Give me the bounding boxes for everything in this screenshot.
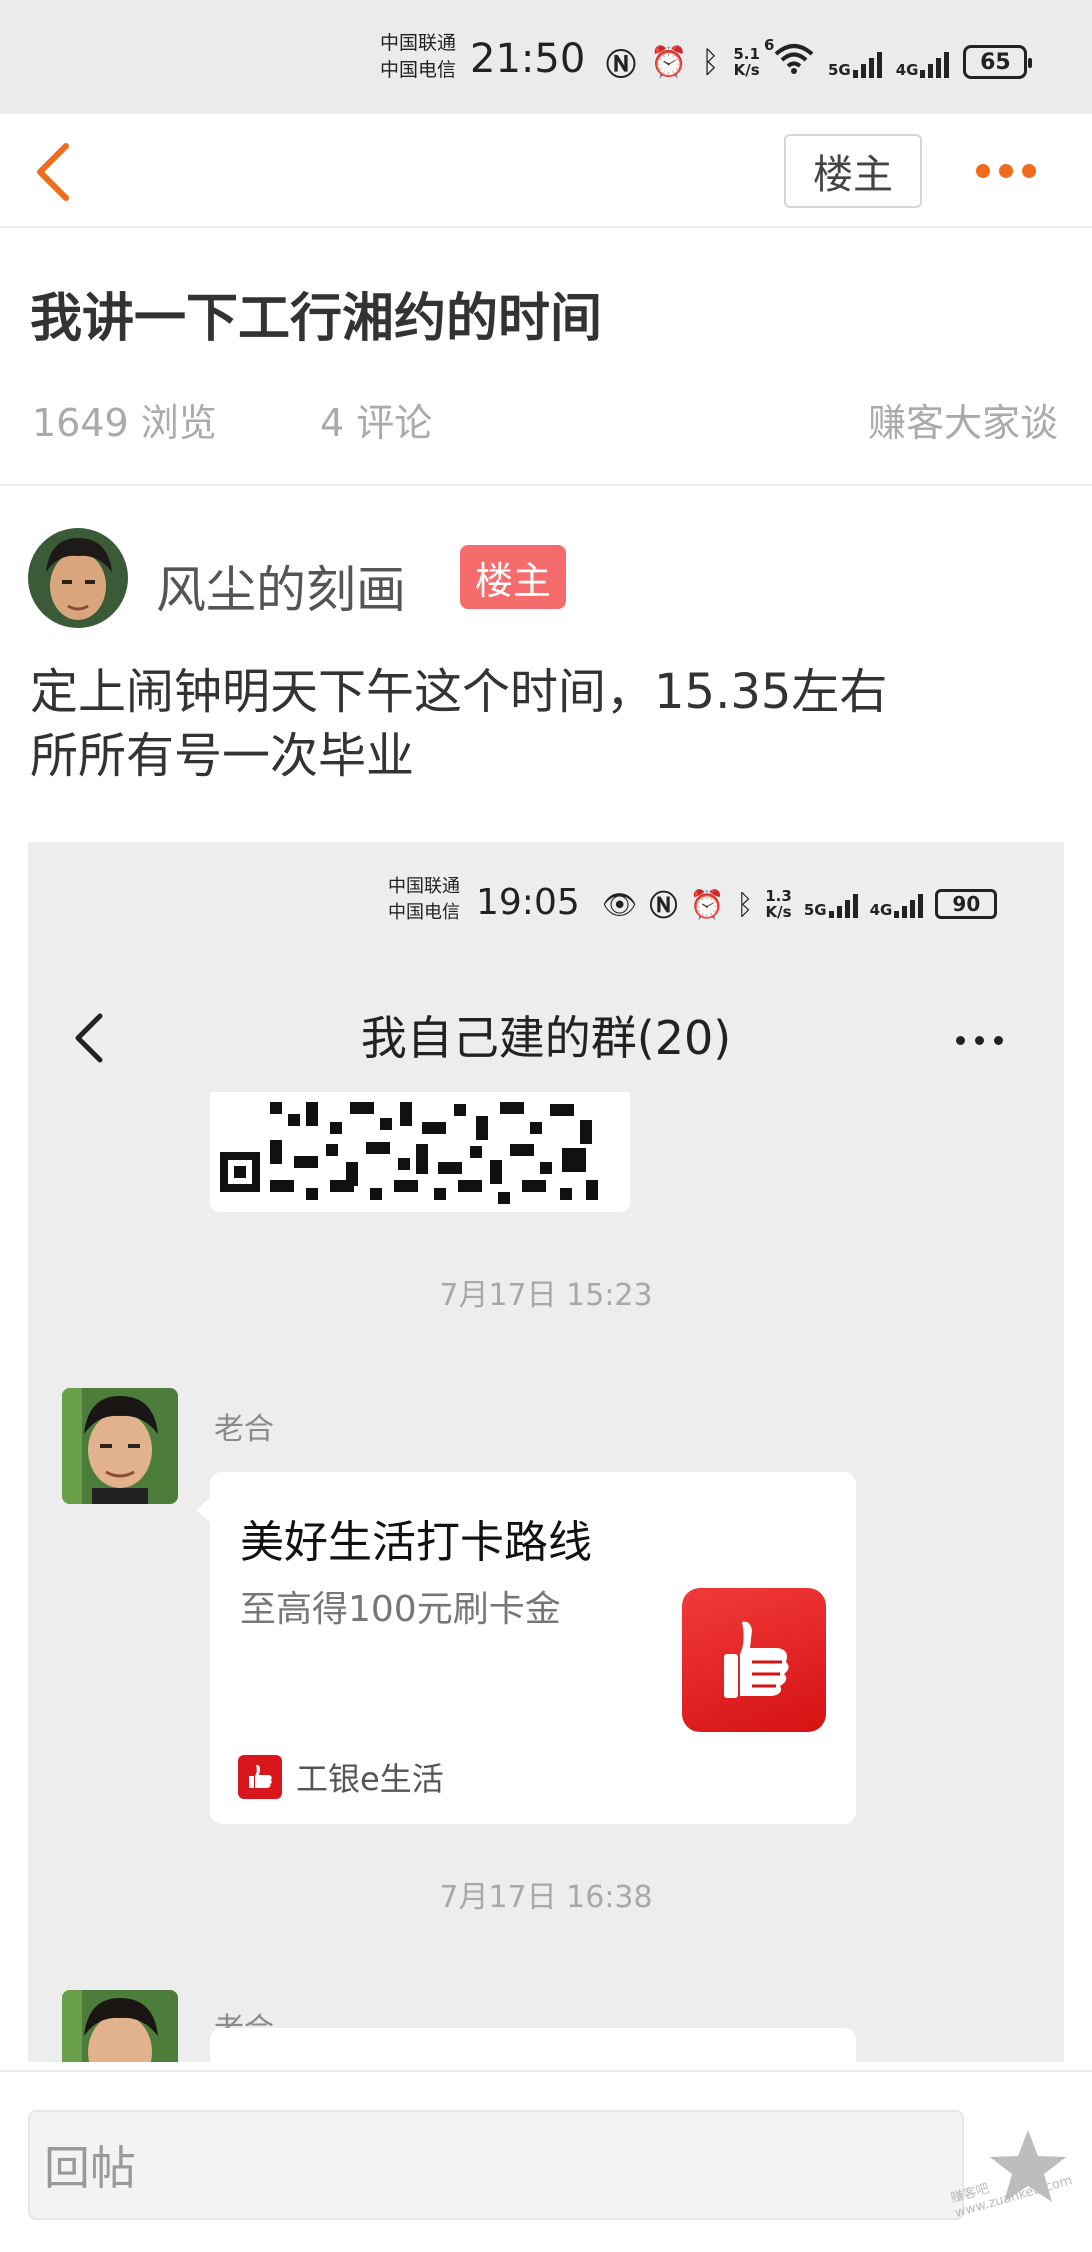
net-speed: 5.1 K/s xyxy=(733,46,760,78)
header-divider xyxy=(0,484,1092,486)
carrier-2: 中国电信 xyxy=(380,59,457,81)
owner-badge: 楼主 xyxy=(460,545,566,609)
embedded-carrier-2: 中国电信 xyxy=(388,902,460,923)
back-button[interactable] xyxy=(30,140,90,204)
signal-5g: 5G xyxy=(828,46,882,78)
shared-link-card[interactable]: 美好生活打卡路线 至高得100元刷卡金 工银e生活 xyxy=(196,1472,856,1824)
chat-timestamp: 7月17日 15:23 xyxy=(439,1278,653,1313)
embedded-carrier-names: 中国联通 中国电信 xyxy=(388,874,460,926)
wifi-label: 6 xyxy=(763,36,775,54)
chat-more-button[interactable] xyxy=(956,1036,1003,1045)
author-avatar[interactable] xyxy=(28,528,128,628)
post-body: 定上闹钟明天下午这个时间，15.35左右 所所有号一次毕业 xyxy=(30,660,1060,788)
signal-5g-label: 5G xyxy=(827,61,851,79)
more-dot-icon xyxy=(975,1036,984,1045)
more-dot-icon xyxy=(956,1036,965,1045)
embedded-net-speed: 1.3 K/s xyxy=(765,888,792,920)
bluetooth-icon: ᛒ xyxy=(701,44,720,80)
sender-avatar[interactable] xyxy=(62,1388,178,1504)
author-name[interactable]: 风尘的刻画 xyxy=(156,550,406,622)
embedded-signal-4g-label: 4G xyxy=(869,901,893,919)
sender-avatar[interactable] xyxy=(62,1990,178,2062)
embedded-net-speed-unit: K/s xyxy=(765,903,792,921)
signal-bars-icon xyxy=(894,890,924,918)
qr-code-message[interactable] xyxy=(210,1092,630,1212)
net-speed-value: 5.1 xyxy=(733,45,760,63)
top-nav-bar: 楼主 xyxy=(0,114,1092,228)
status-time: 21:50 xyxy=(470,36,586,82)
post-body-line-1: 定上闹钟明天下午这个时间，15.35左右 xyxy=(30,664,888,720)
signal-4g: 4G xyxy=(896,46,950,78)
view-count: 1649 浏览 xyxy=(32,401,217,445)
embedded-signal-4g: 4G xyxy=(870,890,924,918)
embedded-carrier-1: 中国联通 xyxy=(388,876,460,897)
chat-timestamp: 7月17日 16:38 xyxy=(439,1880,653,1915)
chat-message-area: 7月17日 15:23 老合 美好生活打卡路线 至高得100元刷卡金 工银e生活… xyxy=(28,1092,1064,2062)
net-speed-unit: K/s xyxy=(733,61,760,79)
chevron-left-icon xyxy=(37,143,69,201)
shared-link-card[interactable] xyxy=(210,2028,856,2062)
card-title: 美好生活打卡路线 xyxy=(240,1517,592,1568)
signal-bars-icon xyxy=(852,46,882,78)
more-dot-icon xyxy=(999,164,1013,178)
chat-group-title: 我自己建的群(20) xyxy=(360,1011,732,1065)
alarm-icon: ⏰ xyxy=(650,44,688,80)
more-dot-icon xyxy=(1022,164,1036,178)
signal-4g-label: 4G xyxy=(895,61,919,79)
embedded-status-time: 19:05 xyxy=(476,882,580,923)
bluetooth-icon: ᛒ xyxy=(736,887,754,921)
alarm-icon: ⏰ xyxy=(689,887,725,921)
eye-icon: 👁 xyxy=(602,887,638,921)
sender-name: 老合 xyxy=(214,1412,274,1447)
embedded-screenshot[interactable]: 中国联通 中国电信 19:05 👁 Ⓝ ⏰ ᛒ 1.3 K/s 5G 4G 90… xyxy=(28,842,1064,2062)
post-title: 我讲一下工行湘约的时间 xyxy=(30,289,603,349)
icbc-app-icon xyxy=(238,1755,282,1799)
nfc-icon: Ⓝ xyxy=(649,889,678,922)
reply-bar: 回帖 xyxy=(0,2070,1092,2252)
chat-nav-bar: 我自己建的群(20) xyxy=(28,982,1064,1092)
carrier-names: 中国联通 中国电信 xyxy=(380,30,456,84)
embedded-net-speed-value: 1.3 xyxy=(765,887,792,905)
post-body-line-2: 所所有号一次毕业 xyxy=(30,728,415,784)
thumbs-up-icon xyxy=(682,1588,826,1732)
embedded-battery-level: 90 xyxy=(952,892,981,916)
embedded-status-icons: 👁 Ⓝ ⏰ ᛒ 1.3 K/s 5G 4G 90 xyxy=(602,884,998,924)
card-source: 工银e生活 xyxy=(238,1754,444,1800)
card-subtitle: 至高得100元刷卡金 xyxy=(240,1589,561,1630)
card-source-name: 工银e生活 xyxy=(296,1760,444,1798)
forum-category-link[interactable]: 赚客大家谈 xyxy=(868,392,1058,447)
status-bar: 中国联通 中国电信 21:50 Ⓝ ⏰ ᛒ 5.1 K/s 6 5G 4G 65 xyxy=(0,0,1092,114)
status-icons: Ⓝ ⏰ ᛒ 5.1 K/s 6 5G 4G 65 xyxy=(606,36,1033,84)
qr-code-icon xyxy=(210,1092,630,1212)
wifi-icon: 6 xyxy=(764,36,814,82)
nfc-icon: Ⓝ xyxy=(606,48,636,83)
carrier-1: 中国联通 xyxy=(380,32,457,54)
more-menu-button[interactable] xyxy=(976,154,1036,188)
battery-level: 65 xyxy=(980,49,1011,75)
signal-bars-icon xyxy=(828,890,858,918)
more-dot-icon xyxy=(994,1036,1003,1045)
signal-bars-icon xyxy=(920,46,950,78)
embedded-battery-icon: 90 xyxy=(935,889,998,919)
battery-icon: 65 xyxy=(963,45,1033,79)
embedded-signal-5g-label: 5G xyxy=(803,901,827,919)
reply-input[interactable]: 回帖 xyxy=(28,2110,964,2220)
only-owner-button[interactable]: 楼主 xyxy=(784,134,922,208)
more-dot-icon xyxy=(976,164,990,178)
comment-count[interactable]: 4 评论 xyxy=(320,392,432,447)
embedded-signal-5g: 5G xyxy=(804,890,858,918)
